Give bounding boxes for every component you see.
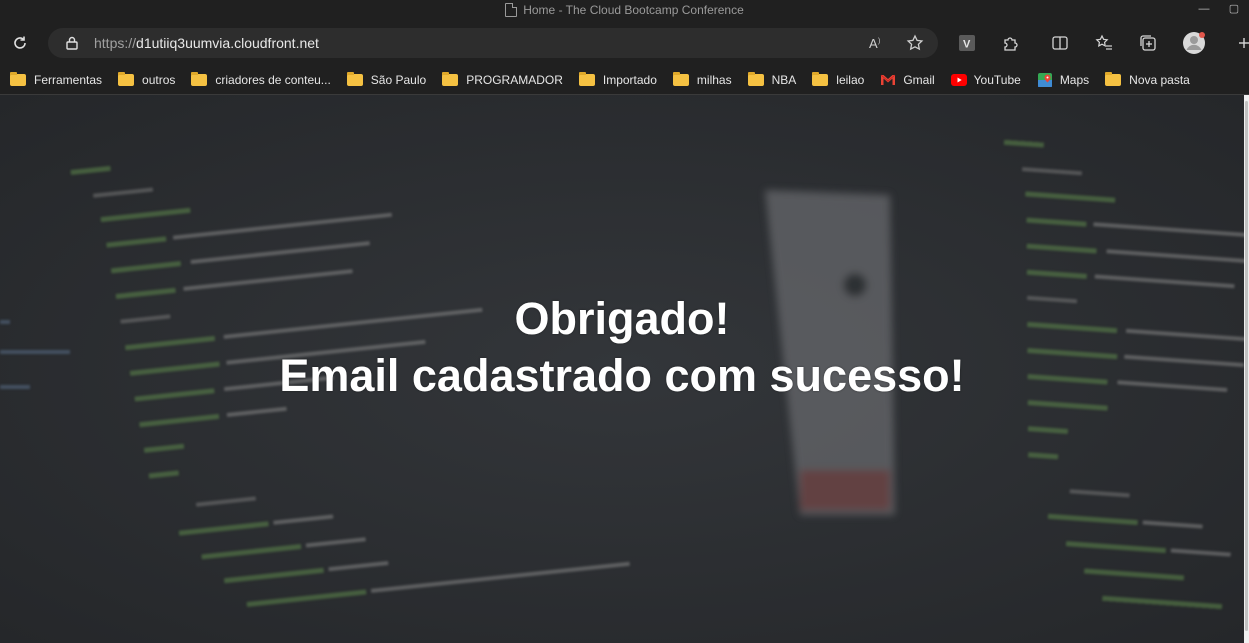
page-content: Obrigado! Email cadastrado com sucesso! [0,95,1244,643]
youtube-icon [950,73,967,87]
folder-icon [191,72,208,86]
refresh-button[interactable] [0,20,40,66]
bookmark-nova-pasta[interactable]: Nova pasta [1105,72,1190,87]
folder-icon [672,72,689,86]
read-aloud-icon[interactable]: A) [868,34,886,52]
bookmarks-bar: Ferramentas outros criadores de conteu... S… [0,66,1249,95]
bookmark-label: YouTube [973,73,1021,87]
folder-icon [118,72,135,86]
bookmark-label: Importado [602,73,657,87]
scrollbar-thumb[interactable] [1245,101,1248,631]
bookmark-label: NBA [771,73,797,87]
bookmark-maps[interactable]: Maps [1037,73,1089,87]
bookmark-label: São Paulo [370,73,427,87]
folder-icon [10,72,26,86]
url-host: d1utiiq3uumvia.cloudfront.net [136,35,319,51]
browser-window: Home - The Cloud Bootcamp Conference — ▢… [0,0,1249,643]
favorite-star-icon[interactable] [906,34,924,52]
extensions-puzzle-icon [1004,37,1018,51]
bookmark-nba[interactable]: NBA [747,72,797,87]
bookmark-label: Gmail [903,73,935,87]
window-controls: — ▢ [1189,0,1249,20]
folder-icon [578,72,595,86]
more-menu-button[interactable] [1236,20,1249,66]
bookmark-label: criadores de conteu... [215,73,331,87]
collections-button[interactable] [1139,20,1157,66]
window-title-group: Home - The Cloud Bootcamp Conference [505,3,744,17]
gmail-icon [880,73,896,87]
bookmark-programador[interactable]: PROGRAMADOR [442,72,563,87]
bookmark-label: PROGRAMADOR [466,73,563,87]
page-icon [505,3,518,17]
maps-icon [1037,73,1053,87]
bookmark-s-o-paulo[interactable]: São Paulo [346,72,427,87]
extensions-button[interactable] [1002,20,1020,66]
folder-icon [812,72,829,86]
favorites-list-icon [1095,34,1112,50]
title-bar: Home - The Cloud Bootcamp Conference — ▢ [0,0,1249,20]
bookmark-label: outros [142,73,176,87]
page-scrollbar[interactable] [1244,95,1249,643]
address-bar[interactable]: https:// d1utiiq3uumvia.cloudfront.net A… [48,28,938,58]
bookmark-criadores-de-conteu[interactable]: criadores de conteu... [191,72,331,87]
bookmark-milhas[interactable]: milhas [672,72,732,87]
refresh-icon [14,36,26,49]
folder-icon [747,72,764,86]
address-bar-actions: A) [868,28,924,58]
bookmark-outros[interactable]: outros [118,72,176,87]
restore-button[interactable]: ▢ [1219,0,1249,20]
svg-text:A: A [869,36,878,51]
split-screen-icon [1052,36,1068,50]
profile-avatar-icon [1183,32,1205,54]
split-screen-button[interactable] [1051,20,1069,66]
bookmark-gmail[interactable]: Gmail [880,73,935,87]
browser-toolbar: https:// d1utiiq3uumvia.cloudfront.net A… [0,20,1249,66]
profile-button[interactable] [1182,20,1206,66]
folder-icon [442,72,459,86]
bookmark-label: Ferramentas [34,73,103,87]
extension-v-button[interactable]: V [958,20,976,66]
success-message: Email cadastrado com sucesso! [279,350,965,401]
bookmark-label: leilao [836,73,865,87]
favorites-button[interactable] [1095,20,1113,66]
bookmark-youtube[interactable]: YouTube [950,73,1021,87]
svg-text:): ) [878,38,880,45]
bookmark-label: milhas [696,73,732,87]
collections-icon [1140,35,1156,51]
window-title: Home - The Cloud Bootcamp Conference [523,3,744,17]
bookmark-ferramentas[interactable]: Ferramentas [10,72,103,87]
bookmark-label: Nova pasta [1129,73,1190,87]
minimize-button[interactable]: — [1189,0,1219,20]
lock-icon[interactable] [66,36,78,50]
hero-message: Obrigado! Email cadastrado com sucesso! [0,290,1244,404]
thank-you-heading: Obrigado! [514,293,730,344]
svg-text:V: V [963,39,971,51]
bookmark-importado[interactable]: Importado [578,72,657,87]
bookmark-leilao[interactable]: leilao [812,72,865,87]
folder-icon [346,72,363,86]
folder-icon [1105,72,1122,86]
more-icon [1239,38,1249,48]
url-scheme: https:// [94,35,137,51]
url-text[interactable]: https:// d1utiiq3uumvia.cloudfront.net [94,35,319,51]
extension-v-icon: V [959,35,975,51]
bookmark-label: Maps [1059,73,1090,87]
